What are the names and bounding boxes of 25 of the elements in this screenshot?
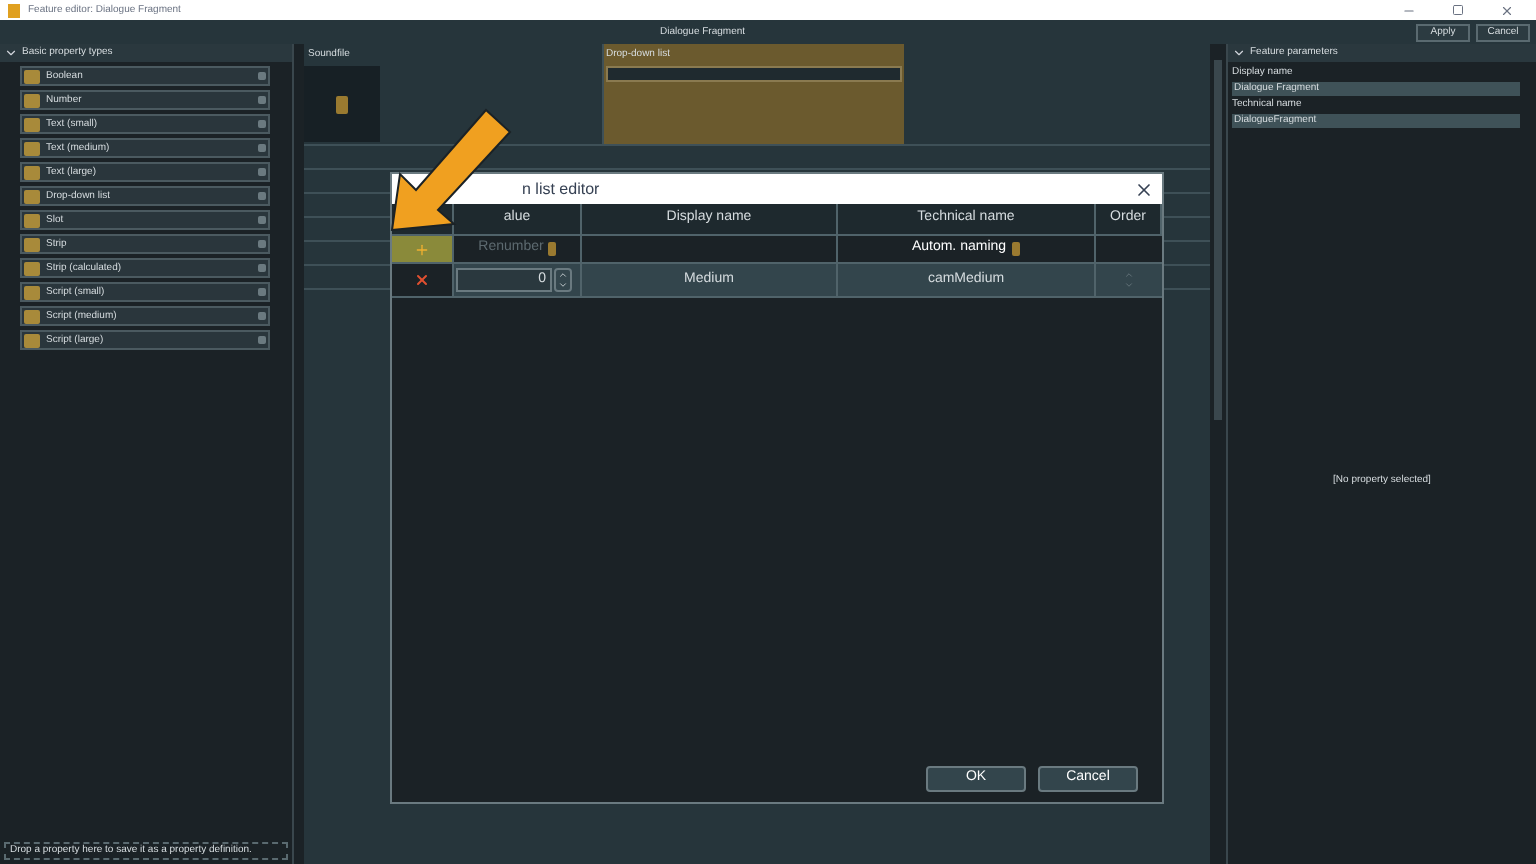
drag-icon [258, 288, 266, 296]
drag-icon [258, 96, 266, 104]
down-icon [558, 280, 568, 290]
drag-icon [258, 120, 266, 128]
dialog-title: n list editor [522, 181, 602, 197]
maximize-button[interactable] [1452, 4, 1464, 16]
app-icon [8, 3, 20, 17]
close-button[interactable] [1134, 179, 1154, 199]
drag-icon [258, 192, 266, 200]
drag-icon [258, 168, 266, 176]
drag-icon [258, 336, 266, 344]
asset-icon [336, 95, 348, 113]
spinner[interactable] [554, 268, 572, 292]
add-button[interactable] [392, 236, 454, 262]
drag-icon [258, 264, 266, 272]
drag-icon [258, 216, 266, 224]
close-button[interactable] [1500, 3, 1514, 17]
drag-icon [258, 312, 266, 320]
drag-icon [258, 144, 266, 152]
delete-button[interactable] [392, 264, 454, 296]
up-icon [558, 270, 568, 280]
delete-icon [414, 272, 430, 288]
plus-icon [414, 241, 430, 257]
drag-icon [258, 72, 266, 80]
drag-icon [258, 240, 266, 248]
